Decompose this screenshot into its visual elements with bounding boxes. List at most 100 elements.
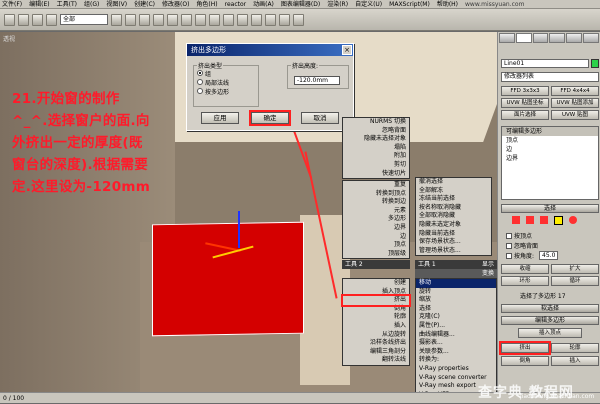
by-vertex-checkbox[interactable]: 按顶点 <box>506 231 532 240</box>
radio-local-normal-option[interactable]: 局部法线 <box>197 78 255 87</box>
stack-item[interactable]: 边界 <box>502 154 598 163</box>
select-icon[interactable] <box>111 13 122 26</box>
ring-button[interactable]: 环形 <box>501 276 549 286</box>
quad-left-bottom-item[interactable]: 插入 <box>343 322 409 331</box>
quad-left-mid-item[interactable]: 转换到边 <box>343 198 409 207</box>
viewport-label[interactable]: 透视 <box>3 34 15 43</box>
select-by-name-icon[interactable] <box>125 13 136 26</box>
curve-editor-icon[interactable] <box>251 13 262 26</box>
polygon-icon[interactable] <box>554 216 563 225</box>
menu-item[interactable]: 渲染(R) <box>327 0 348 9</box>
quad-left-top-item[interactable]: 隐藏未选择对象 <box>343 135 409 144</box>
quad-left-bottom-item[interactable]: 插入顶点 <box>343 288 409 297</box>
selected-window-polygon[interactable] <box>152 221 304 337</box>
selection-filter[interactable]: 全部 <box>60 14 108 25</box>
unlink-icon[interactable] <box>46 13 57 26</box>
quad-left-bottom-item[interactable]: 创建 <box>343 279 409 288</box>
radio-by-polygon-option[interactable]: 按多边形 <box>197 87 255 96</box>
element-icon[interactable] <box>569 216 577 224</box>
quad-left-mid-item[interactable]: 重复 <box>343 181 409 190</box>
modifier-stack[interactable]: 可编辑多边形 顶点 边 边界 <box>501 126 599 200</box>
quad-left-bottom-item[interactable]: 从边旋转 <box>343 331 409 340</box>
quad-left-mid-item[interactable]: 顶点 <box>343 241 409 250</box>
quad-left-mid-item[interactable]: 边 <box>343 233 409 242</box>
quad-right-top-item[interactable]: 保存场景状态... <box>416 238 491 247</box>
material-editor-icon[interactable] <box>265 13 276 26</box>
gizmo-y-axis[interactable] <box>238 211 240 248</box>
align-icon[interactable] <box>223 13 234 26</box>
menu-item[interactable]: 视图(V) <box>106 0 127 9</box>
quad-right-bottom-item[interactable]: 曲线编辑器... <box>416 331 496 340</box>
object-color-swatch[interactable] <box>591 59 599 68</box>
insert-vertex-button[interactable]: 插入顶点 <box>518 328 582 338</box>
quad-right-bottom-item[interactable]: 转换为: <box>416 356 496 365</box>
link-icon[interactable] <box>32 13 43 26</box>
menu-item[interactable]: 编辑(E) <box>29 0 49 9</box>
render-icon[interactable] <box>279 13 290 26</box>
stack-item[interactable]: 可编辑多边形 <box>502 127 598 136</box>
menu-item[interactable]: 工具(T) <box>57 0 77 9</box>
quad-right-bottom-item[interactable]: 摄影表... <box>416 339 496 348</box>
quad-left-mid-item[interactable]: 边界 <box>343 224 409 233</box>
rotate-icon[interactable] <box>167 13 178 26</box>
angle-input[interactable]: 45.0 <box>539 251 559 260</box>
close-icon[interactable]: × <box>342 45 352 55</box>
ignore-backface-checkbox[interactable]: 忽略背面 <box>506 241 538 250</box>
ffd444-button[interactable]: FFD 4x4x4 <box>551 86 599 96</box>
vertex-icon[interactable] <box>512 216 520 224</box>
menu-item[interactable]: MAXScript(M) <box>389 0 430 9</box>
menu-item[interactable]: reactor <box>225 0 247 9</box>
menu-item[interactable]: 文件(F) <box>2 0 22 9</box>
quad-left-bottom-item[interactable]: 轮廓 <box>343 313 409 322</box>
grow-button[interactable]: 扩大 <box>551 264 599 274</box>
quick-render-icon[interactable] <box>293 13 304 26</box>
menu-item[interactable]: 角色(H) <box>196 0 217 9</box>
quad-left-bottom-item[interactable]: 翻转法线 <box>343 356 409 365</box>
quad-left-mid-item[interactable]: 顶层级 <box>343 250 409 259</box>
layer-icon[interactable] <box>237 13 248 26</box>
undo-icon[interactable] <box>4 13 15 26</box>
create-tab[interactable] <box>499 33 515 43</box>
quad-left-top-item[interactable]: 附加 <box>343 152 409 161</box>
radio-group-option[interactable]: 组 <box>197 69 255 78</box>
quad-right-top-item[interactable]: 隐藏当前选择 <box>416 230 491 239</box>
quad-right-bottom-item[interactable]: 属性(P)... <box>416 322 496 331</box>
uvw-map-coord-button[interactable]: UVW 贴图坐标 <box>501 98 549 108</box>
quad-left-bottom-item[interactable]: 挤出 <box>341 294 411 307</box>
uvw-map-add-button[interactable]: UVW 贴图添加 <box>551 98 599 108</box>
soft-selection-rollout[interactable]: 软选择 <box>501 304 599 313</box>
object-name-field[interactable]: Line01 <box>501 59 589 68</box>
utilities-tab[interactable] <box>583 33 599 43</box>
hierarchy-tab[interactable] <box>532 33 549 43</box>
quad-right-top-item[interactable]: 隐藏未选定对象 <box>416 221 491 230</box>
quad-right-top-item[interactable]: 撤消选择 <box>416 178 491 187</box>
apply-button[interactable]: 应用 <box>201 112 239 124</box>
display-tab[interactable] <box>566 33 583 43</box>
menu-item[interactable]: 创建(C) <box>134 0 155 9</box>
quad-right-bottom-item[interactable]: 克隆(C) <box>416 313 496 322</box>
quad-right-bottom-item[interactable]: V-Ray scene converter <box>416 374 496 383</box>
edit-polygons-rollout[interactable]: 编辑多边形 <box>501 316 599 325</box>
extrude-button[interactable]: 挤出 <box>499 341 551 355</box>
quad-right-top-item[interactable]: 冻结当前选择 <box>416 195 491 204</box>
quad-left-top-item[interactable]: 快速切片 <box>343 170 409 179</box>
menu-item[interactable]: 帮助(H) <box>437 0 458 9</box>
menu-item[interactable]: 修改器(O) <box>162 0 189 9</box>
redo-icon[interactable] <box>18 13 29 26</box>
quad-right-top-item[interactable]: 全部解冻 <box>416 187 491 196</box>
menu-item[interactable]: 自定义(U) <box>355 0 382 9</box>
extrude-height-input[interactable]: -120.0mm <box>294 76 340 85</box>
cancel-button[interactable]: 取消 <box>301 112 339 124</box>
by-angle-checkbox[interactable]: 按角度: 45.0 <box>506 251 559 260</box>
mirror-icon[interactable] <box>209 13 220 26</box>
outline-button[interactable]: 轮廓 <box>551 343 599 353</box>
scale-icon[interactable] <box>181 13 192 26</box>
stack-item[interactable]: 边 <box>502 145 598 154</box>
quad-left-top-item[interactable]: 忽略背面 <box>343 127 409 136</box>
quad-right-bottom-item[interactable]: 移动 <box>416 279 496 288</box>
quad-right-top-item[interactable]: 管理场景状态... <box>416 247 491 256</box>
quad-left-top-item[interactable]: 剪切 <box>343 161 409 170</box>
selection-rollout[interactable]: 选择 <box>501 204 599 213</box>
quad-right-bottom-item[interactable]: V-Ray properties <box>416 365 496 374</box>
motion-tab[interactable] <box>549 33 566 43</box>
